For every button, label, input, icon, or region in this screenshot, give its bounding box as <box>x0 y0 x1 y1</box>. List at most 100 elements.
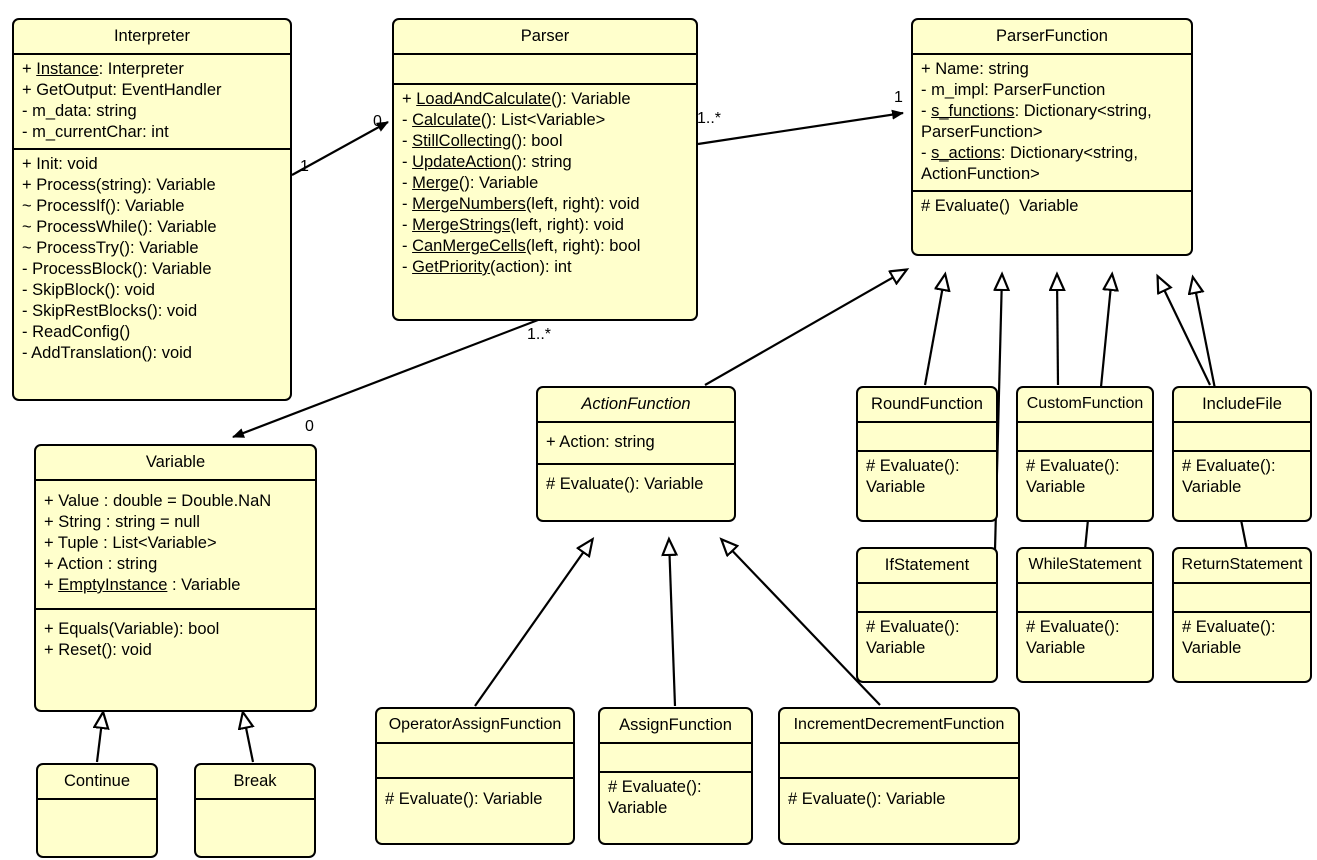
class-member: - Calculate(): List<Variable> <box>402 111 606 129</box>
class-attributes-parser <box>394 53 696 83</box>
class-attributes-continue <box>38 798 156 856</box>
class-attributes-whilestatement <box>1018 582 1152 611</box>
class-methods-variable: + Equals(Variable): bool + Reset(): void <box>36 608 315 666</box>
class-member: + Tuple : List<Variable> <box>44 534 217 552</box>
class-member: - Merge(): Variable <box>402 174 539 192</box>
class-methods-interpreter: + Init: void + Process(string): Variable… <box>14 148 290 369</box>
class-title-interpreter: Interpreter <box>113 27 191 45</box>
class-methods-customfunction: # Evaluate(): Variable <box>1018 450 1152 503</box>
class-member: # Evaluate(): Variable <box>385 790 543 808</box>
class-member: + Init: void <box>22 155 98 173</box>
class-member: - ProcessBlock(): Variable <box>22 260 212 278</box>
edge-continue-variable <box>97 713 103 763</box>
class-attributes-returnstatement <box>1174 582 1310 611</box>
class-member: + Value : double = Double.NaN <box>44 492 272 510</box>
class-title-assignfunction: AssignFunction <box>619 716 732 734</box>
class-member: # Evaluate(): Variable <box>788 790 946 808</box>
class-member: # Evaluate(): Variable <box>1182 618 1276 657</box>
class-continue[interactable]: Continue <box>36 763 158 858</box>
class-member: + Action : string <box>44 555 158 573</box>
class-member: # Evaluate(): Variable <box>1026 457 1120 496</box>
class-title-variable: Variable <box>145 453 206 471</box>
class-member: ~ ProcessIf(): Variable <box>22 197 185 215</box>
class-member: + String : string = null <box>44 513 200 531</box>
class-incrementdecrementfunction[interactable]: IncrementDecrementFunction # Evaluate():… <box>778 707 1020 845</box>
class-member: # Evaluate() Variable <box>921 197 1079 215</box>
class-returnstatement[interactable]: ReturnStatement # Evaluate(): Variable <box>1172 547 1312 683</box>
multiplicity-parserfunction-target: 1 <box>894 89 903 106</box>
class-member: + Action: string <box>546 433 655 451</box>
class-attributes-break <box>196 798 314 856</box>
multiplicity-variable-target: 0 <box>305 418 314 435</box>
class-roundfunction[interactable]: RoundFunction # Evaluate(): Variable <box>856 386 998 522</box>
class-includefile[interactable]: IncludeFile # Evaluate(): Variable <box>1172 386 1312 522</box>
class-member: + Name: string <box>921 60 1029 78</box>
class-member: - s_functions: Dictionary<string, Parser… <box>921 102 1157 141</box>
class-methods-whilestatement: # Evaluate(): Variable <box>1018 611 1152 664</box>
class-member: - CanMergeCells(left, right): bool <box>402 237 641 255</box>
class-operatorassignfunction[interactable]: OperatorAssignFunction # Evaluate(): Var… <box>375 707 575 845</box>
class-title-customfunction: CustomFunction <box>1026 395 1144 412</box>
class-member: ~ ProcessTry(): Variable <box>22 239 199 257</box>
edge-break-variable <box>243 713 253 763</box>
class-break[interactable]: Break <box>194 763 316 858</box>
class-member: # Evaluate(): Variable <box>1182 457 1276 496</box>
class-title-actionfunction: ActionFunction <box>581 395 691 413</box>
class-attributes-customfunction <box>1018 421 1152 450</box>
class-attributes-actionfunction: + Action: string <box>538 421 734 463</box>
class-interpreter[interactable]: Interpreter + Instance: Interpreter + Ge… <box>12 18 292 401</box>
class-member: + Instance: Interpreter <box>22 60 184 78</box>
class-member: + Reset(): void <box>44 641 152 659</box>
class-member: - m_impl: ParserFunction <box>921 81 1106 99</box>
class-member: + EmptyInstance : Variable <box>44 576 241 594</box>
class-methods-parser: + LoadAndCalculate(): Variable - Calcula… <box>394 83 696 283</box>
class-attributes-includefile <box>1174 421 1310 450</box>
class-member: + GetOutput: EventHandler <box>22 81 222 99</box>
class-title-includefile: IncludeFile <box>1202 395 1282 413</box>
edge-operatorassignfunction-actionfunction <box>474 540 592 707</box>
class-member: - ReadConfig() <box>22 323 131 341</box>
class-attributes-assignfunction <box>600 742 751 771</box>
class-actionfunction[interactable]: ActionFunction + Action: string # Evalua… <box>536 386 736 522</box>
class-assignfunction[interactable]: AssignFunction # Evaluate(): Variable <box>598 707 753 845</box>
class-customfunction[interactable]: CustomFunction # Evaluate(): Variable <box>1016 386 1154 522</box>
class-methods-actionfunction: # Evaluate(): Variable <box>538 463 734 505</box>
class-attributes-interpreter: + Instance: Interpreter + GetOutput: Eve… <box>14 53 290 148</box>
class-parser[interactable]: Parser + LoadAndCalculate(): Variable - … <box>392 18 698 321</box>
class-member: ~ ProcessWhile(): Variable <box>22 218 217 236</box>
class-attributes-parserfunction: + Name: string - m_impl: ParserFunction … <box>913 53 1191 190</box>
class-attributes-variable: + Value : double = Double.NaN + String :… <box>36 479 315 608</box>
class-attributes-operatorassignfunction <box>377 742 573 777</box>
class-member: # Evaluate(): Variable <box>1026 618 1120 657</box>
edge-customfunction-parserfunction <box>1057 275 1058 386</box>
class-whilestatement[interactable]: WhileStatement # Evaluate(): Variable <box>1016 547 1154 683</box>
class-title-returnstatement: ReturnStatement <box>1181 556 1303 573</box>
class-variable[interactable]: Variable + Value : double = Double.NaN +… <box>34 444 317 712</box>
edge-assignfunction-actionfunction <box>669 540 675 707</box>
class-member: + Equals(Variable): bool <box>44 620 220 638</box>
class-member: - GetPriority(action): int <box>402 258 572 276</box>
class-title-operatorassignfunction: OperatorAssignFunction <box>388 716 562 733</box>
class-methods-parserfunction: # Evaluate() Variable <box>913 190 1191 222</box>
class-attributes-roundfunction <box>858 421 996 450</box>
class-methods-includefile: # Evaluate(): Variable <box>1174 450 1310 503</box>
class-member: # Evaluate(): Variable <box>866 618 960 657</box>
class-methods-operatorassignfunction: # Evaluate(): Variable <box>377 777 573 815</box>
class-title-parser: Parser <box>520 27 570 45</box>
multiplicity-parser-target: 0 <box>373 113 382 130</box>
class-title-break: Break <box>233 772 277 790</box>
class-title-continue: Continue <box>63 772 131 790</box>
edge-roundfunction-parserfunction <box>923 275 945 386</box>
class-member: - AddTranslation(): void <box>22 344 192 362</box>
class-member: # Evaluate(): Variable <box>546 475 704 493</box>
edge-actionfunction-parserfunction <box>704 270 906 386</box>
class-methods-incrementdecrementfunction: # Evaluate(): Variable <box>780 777 1018 815</box>
uml-diagram-canvas: Interpreter + Instance: Interpreter + Ge… <box>0 0 1317 860</box>
class-parserfunction[interactable]: ParserFunction + Name: string - m_impl: … <box>911 18 1193 256</box>
class-member: + Process(string): Variable <box>22 176 216 194</box>
class-methods-returnstatement: # Evaluate(): Variable <box>1174 611 1310 664</box>
class-ifstatement[interactable]: IfStatement # Evaluate(): Variable <box>856 547 998 683</box>
class-member: # Evaluate(): Variable <box>866 457 960 496</box>
class-methods-assignfunction: # Evaluate(): Variable <box>600 771 751 824</box>
class-title-whilestatement: WhileStatement <box>1028 556 1142 573</box>
